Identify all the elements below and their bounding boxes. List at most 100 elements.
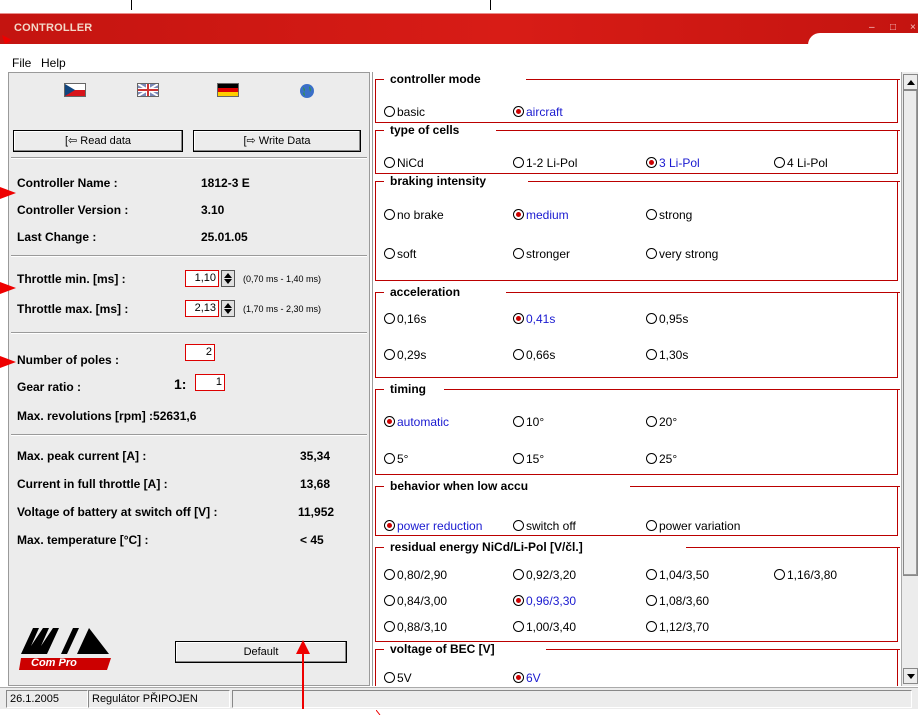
radio-bec-6v[interactable]: 6V	[513, 671, 541, 685]
radio-basic[interactable]: basic	[384, 105, 425, 119]
radio-circle	[384, 157, 395, 168]
status-bar: 26.1.2005 Regulátor PŘIPOJEN	[0, 687, 918, 709]
menu-file[interactable]: File	[12, 56, 31, 70]
radio-label: NiCd	[397, 156, 424, 170]
radio-label: automatic	[397, 415, 450, 429]
full-throttle-current-label: Current in full throttle [A] :	[17, 477, 168, 491]
maximize-icon[interactable]: □	[890, 22, 896, 33]
radio-stronger[interactable]: stronger	[513, 247, 570, 261]
group-acceleration: acceleration 0,16s 0,41s 0,95s 0,29s 0,6…	[375, 285, 900, 378]
radio-circle	[646, 453, 657, 464]
globe-icon[interactable]	[296, 83, 318, 98]
radio-circle	[384, 569, 395, 580]
radio-residual-112[interactable]: 1,12/3,70	[646, 620, 709, 634]
radio-3-lipol[interactable]: 3 Li-Pol	[646, 156, 700, 170]
radio-residual-108[interactable]: 1,08/3,60	[646, 594, 709, 608]
divider	[11, 157, 367, 159]
radio-residual-084[interactable]: 0,84/3,00	[384, 594, 447, 608]
radio-no-brake[interactable]: no brake	[384, 208, 444, 222]
title-bar: CONTROLLER – □ ×	[0, 13, 918, 45]
radio-residual-116[interactable]: 1,16/3,80	[774, 568, 837, 582]
braking-intensity-title: braking intensity	[384, 174, 493, 188]
full-throttle-current-value: 13,68	[300, 477, 331, 491]
peak-current-label: Max. peak current [A] :	[17, 449, 147, 463]
radio-residual-096[interactable]: 0,96/3,30	[513, 594, 576, 608]
strip-mark	[490, 0, 491, 10]
radio-aircraft[interactable]: aircraft	[513, 105, 563, 119]
read-data-button[interactable]: [⇦ Read data	[13, 130, 183, 152]
group-border	[526, 79, 900, 80]
group-controller-mode: controller mode basic aircraft	[375, 72, 900, 123]
gear-ratio-input[interactable]: 1	[195, 374, 225, 391]
scroll-up-arrow[interactable]	[903, 74, 918, 90]
radio-residual-080[interactable]: 0,80/2,90	[384, 568, 447, 582]
radio-power-reduction[interactable]: power reduction	[384, 519, 482, 533]
radio-medium[interactable]: medium	[513, 208, 569, 222]
radio-strong[interactable]: strong	[646, 208, 692, 222]
radio-timing-10[interactable]: 10°	[513, 415, 544, 429]
radio-timing-5[interactable]: 5°	[384, 452, 408, 466]
radio-1-2-lipol[interactable]: 1-2 Li-Pol	[513, 156, 577, 170]
radio-power-variation[interactable]: power variation	[646, 519, 740, 533]
radio-label: strong	[659, 208, 693, 222]
scroll-thumb[interactable]	[903, 90, 918, 576]
status-empty	[232, 690, 912, 708]
default-button[interactable]: Default	[175, 641, 347, 663]
acceleration-title: acceleration	[384, 285, 467, 299]
radio-timing-15[interactable]: 15°	[513, 452, 544, 466]
minimize-icon[interactable]: –	[869, 22, 875, 33]
radio-label: 4 Li-Pol	[787, 156, 828, 170]
radio-accel-016[interactable]: 0,16s	[384, 312, 426, 326]
radio-nicd[interactable]: NiCd	[384, 156, 424, 170]
radio-timing-20[interactable]: 20°	[646, 415, 677, 429]
radio-switch-off[interactable]: switch off	[513, 519, 576, 533]
menu-help[interactable]: Help	[41, 56, 66, 70]
radio-label: 0,16s	[397, 312, 427, 326]
throttle-max-input[interactable]: 2,13	[185, 300, 219, 317]
group-border	[686, 547, 900, 548]
radio-timing-automatic[interactable]: automatic	[384, 415, 449, 429]
annotation-mark	[375, 704, 382, 716]
radio-label: power variation	[659, 519, 741, 533]
radio-accel-029[interactable]: 0,29s	[384, 348, 426, 362]
uk-flag-icon[interactable]	[137, 83, 159, 97]
poles-input[interactable]: 2	[185, 344, 215, 361]
radio-label: 1-2 Li-Pol	[526, 156, 578, 170]
radio-circle	[646, 248, 657, 259]
radio-4-lipol[interactable]: 4 Li-Pol	[774, 156, 828, 170]
radio-residual-104[interactable]: 1,04/3,50	[646, 568, 709, 582]
german-flag-icon[interactable]	[217, 83, 239, 97]
throttle-max-stepper[interactable]	[221, 300, 235, 317]
annotation-arrow	[0, 354, 18, 370]
radio-label: switch off	[526, 519, 576, 533]
czech-flag-icon[interactable]	[64, 83, 86, 97]
group-border	[496, 130, 900, 131]
scroll-down-arrow[interactable]	[903, 668, 918, 684]
radio-circle	[513, 569, 524, 580]
radio-circle	[646, 595, 657, 606]
write-data-button[interactable]: [⇨ Write Data	[193, 130, 361, 152]
radio-accel-130[interactable]: 1,30s	[646, 348, 688, 362]
radio-soft[interactable]: soft	[384, 247, 416, 261]
radio-bec-5v[interactable]: 5V	[384, 671, 412, 685]
radio-accel-066[interactable]: 0,66s	[513, 348, 555, 362]
window-title: CONTROLLER	[14, 22, 93, 34]
radio-circle	[646, 416, 657, 427]
radio-residual-100[interactable]: 1,00/3,40	[513, 620, 576, 634]
radio-accel-095[interactable]: 0,95s	[646, 312, 688, 326]
gear-ratio-prefix: 1:	[174, 376, 187, 392]
peak-current-value: 35,34	[300, 449, 331, 463]
poles-label: Number of poles :	[17, 353, 120, 367]
group-border	[630, 486, 900, 487]
throttle-min-stepper[interactable]	[221, 270, 235, 287]
radio-very-strong[interactable]: very strong	[646, 247, 718, 261]
radio-residual-092[interactable]: 0,92/3,20	[513, 568, 576, 582]
radio-label: no brake	[397, 208, 444, 222]
vertical-scrollbar[interactable]	[901, 72, 918, 686]
radio-residual-088[interactable]: 0,88/3,10	[384, 620, 447, 634]
radio-timing-25[interactable]: 25°	[646, 452, 677, 466]
close-icon[interactable]: ×	[910, 22, 916, 33]
radio-accel-041[interactable]: 0,41s	[513, 312, 555, 326]
controller-version-label: Controller Version :	[17, 203, 129, 217]
throttle-min-input[interactable]: 1,10	[185, 270, 219, 287]
